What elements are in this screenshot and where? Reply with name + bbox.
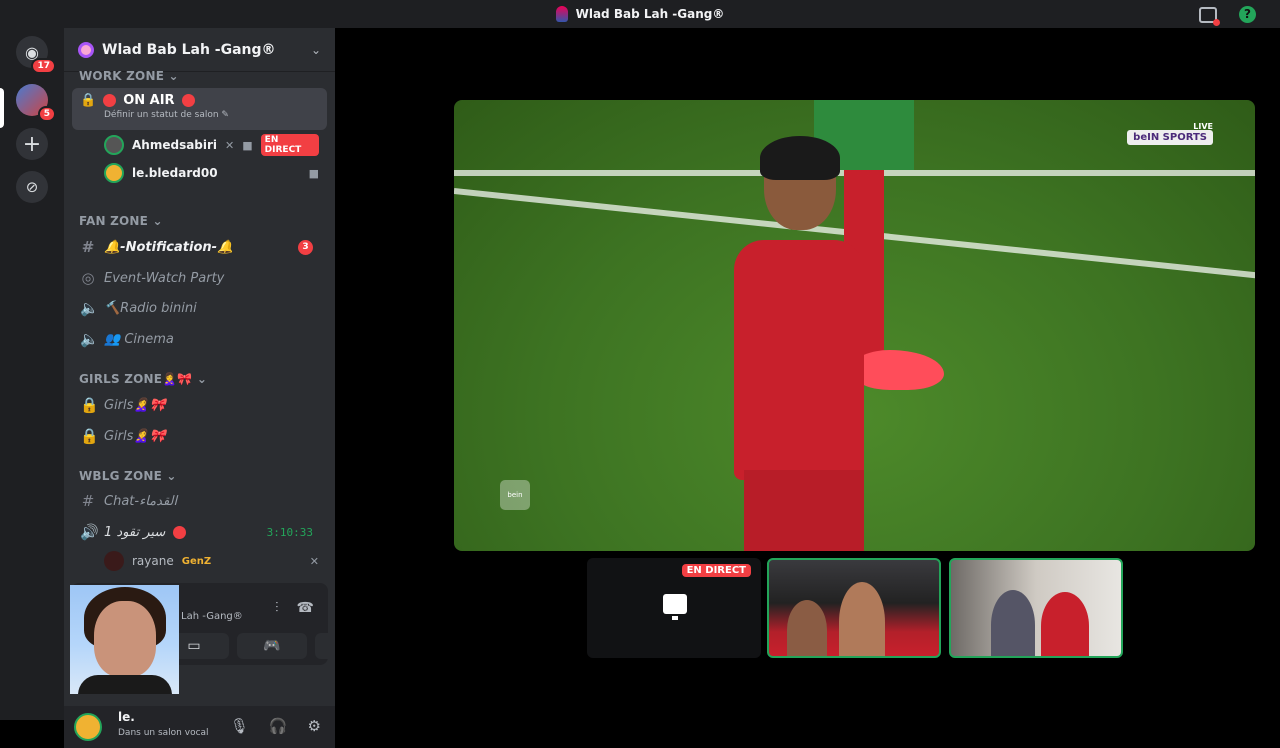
hash-icon: # xyxy=(81,238,95,256)
red-circle-icon xyxy=(181,94,195,107)
voice-channel-girls[interactable]: 🔒 Girls🙎‍♀️🎀 xyxy=(72,422,327,450)
self-webcam-preview[interactable] xyxy=(70,585,179,694)
category-wblg-zone[interactable]: WBLG ZONE ⌄ xyxy=(79,469,177,483)
avatar xyxy=(104,135,124,155)
chevron-down-icon[interactable]: ⌄ xyxy=(311,43,321,57)
lock-icon: 🔒 xyxy=(80,427,99,445)
stage-channel-event[interactable]: ◎ Event-Watch Party xyxy=(72,264,327,292)
voice-channel-on-air[interactable]: 🔒 ON AIR Définir un statut de salon ✎ xyxy=(72,88,327,130)
stream-video[interactable]: LIVE beIN SPORTS bein xyxy=(454,100,1255,551)
live-badge: EN DIRECT xyxy=(681,564,751,577)
window-title-text: Wlad Bab Lah -Gang® xyxy=(575,7,725,21)
camera-icon: ■ xyxy=(242,138,253,152)
participant-camera-tile[interactable] xyxy=(767,558,941,658)
user-status: Dans un salon vocal xyxy=(118,728,209,738)
participant-camera-tile[interactable] xyxy=(949,558,1123,658)
stage-icon: ◎ xyxy=(81,269,95,287)
category-girls-zone[interactable]: GIRLS ZONE🙎‍♀️🎀 ⌄ xyxy=(79,372,207,386)
watermark-logo: bein xyxy=(500,480,530,510)
foreground-player xyxy=(734,136,884,551)
window-title: Wlad Bab Lah -Gang® xyxy=(555,6,725,22)
stream-stage: LIVE beIN SPORTS bein EN DIRECT xyxy=(335,28,1280,720)
voice-timer: 3:10:33 xyxy=(266,525,313,539)
muted-icon: ✕ xyxy=(309,554,319,568)
noise-suppression-icon[interactable]: ⫶ xyxy=(275,600,279,616)
guild-name: Wlad Bab Lah -Gang® xyxy=(102,41,276,58)
text-channel-chat[interactable]: # Chat-القدماء xyxy=(72,487,327,515)
mention-badge: 3 xyxy=(298,239,313,255)
screen-share-tile[interactable]: EN DIRECT xyxy=(587,558,761,658)
voice-channel-girls[interactable]: 🔒 Girls🙎‍♀️🎀 xyxy=(72,391,327,419)
lock-icon: 🔒 xyxy=(80,93,97,108)
title-bar: Wlad Bab Lah -Gang® ? xyxy=(0,0,1280,28)
server-icon[interactable]: 5 xyxy=(16,84,56,122)
voice-server-name: Lah -Gang® xyxy=(181,611,243,622)
channel-name: ON AIR xyxy=(123,93,175,108)
live-badge: EN DIRECT xyxy=(260,134,319,156)
broadcaster-logo: beIN SPORTS xyxy=(1127,130,1213,145)
selected-server-indicator xyxy=(0,88,4,128)
username: le. xyxy=(118,710,135,724)
guild-header[interactable]: Wlad Bab Lah -Gang® ⌄ xyxy=(64,28,335,72)
guild-tag: GenZ xyxy=(181,555,212,567)
voice-user[interactable]: rayane GenZ ✕ xyxy=(104,548,319,574)
red-circle-icon xyxy=(173,525,187,539)
disconnect-icon[interactable]: ☎ xyxy=(297,600,314,616)
avatar xyxy=(104,163,124,183)
compass-icon[interactable]: ⊘ xyxy=(16,171,48,203)
voice-user[interactable]: le.bledard00 ■ xyxy=(104,160,319,186)
voice-user[interactable]: Ahmedsabiri ✕ ■ EN DIRECT xyxy=(104,132,319,158)
add-server-icon[interactable]: + xyxy=(16,128,48,160)
muted-icon: ✕ xyxy=(225,138,235,152)
avatar xyxy=(104,551,124,571)
lock-icon: 🔒 xyxy=(80,396,99,414)
channel-status[interactable]: Définir un statut de salon ✎ xyxy=(104,110,319,120)
red-circle-icon xyxy=(103,94,117,107)
speaker-icon: 🔈 xyxy=(80,330,99,348)
camera-icon: ■ xyxy=(308,166,319,180)
server-badge: 5 xyxy=(37,106,56,122)
voice-channel-radio[interactable]: 🔈 🔨Radio binini xyxy=(72,294,327,322)
server-list: ◉ 17 5 + ⊘ xyxy=(0,28,64,720)
user-panel: le. Dans un salon vocal 🎙 🎧 ⚙ xyxy=(64,706,335,748)
voice-channel-cinema[interactable]: 🔈 👥 Cinema xyxy=(72,325,327,353)
discord-home-icon[interactable]: ◉ 17 xyxy=(16,36,56,74)
guild-icon xyxy=(78,41,94,58)
speaker-icon: 🔊 xyxy=(80,523,99,541)
category-work-zone[interactable]: WORK ZONE ⌄ xyxy=(79,69,179,83)
category-fan-zone[interactable]: FAN ZONE ⌄ xyxy=(79,214,163,228)
activity-button[interactable]: 🎮 xyxy=(237,633,307,659)
speaker-icon: 🔈 xyxy=(80,299,99,317)
user-avatar[interactable] xyxy=(74,713,102,741)
inbox-icon[interactable] xyxy=(1199,6,1220,26)
text-channel-notification[interactable]: # 🔔-Notification-🔔 3 xyxy=(72,233,327,261)
hash-icon: # xyxy=(81,492,95,510)
help-icon[interactable]: ? xyxy=(1239,6,1256,23)
voice-channel-active[interactable]: 🔊 1 سير تقود 3:10:33 xyxy=(72,518,327,546)
home-badge: 17 xyxy=(31,58,56,74)
monitor-icon xyxy=(663,594,687,620)
guild-avatar-icon xyxy=(555,6,568,22)
